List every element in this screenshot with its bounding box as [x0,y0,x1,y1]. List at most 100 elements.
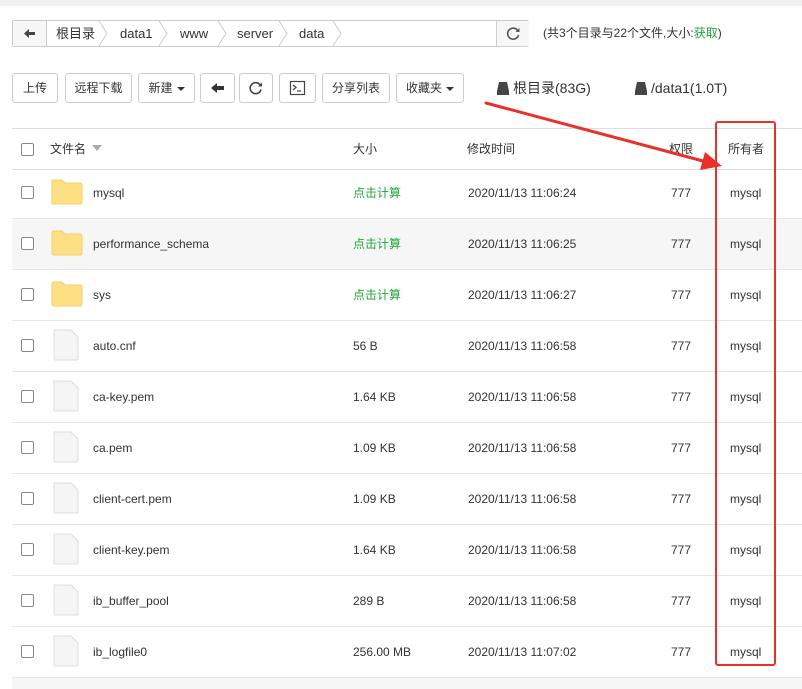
file-icon [53,533,79,565]
file-owner[interactable]: mysql [730,372,761,422]
new-dropdown-button[interactable]: 新建 [138,73,195,103]
file-owner[interactable]: mysql [730,219,761,269]
row-checkbox[interactable] [21,543,34,556]
file-permission[interactable]: 777 [671,576,691,626]
file-owner[interactable]: mysql [730,576,761,626]
file-permission[interactable]: 777 [671,525,691,575]
column-header-size[interactable]: 大小 [353,129,377,169]
file-size: 1.09 KB [353,492,396,506]
calculate-size-link[interactable]: 点击计算 [353,270,401,320]
address-refresh-button[interactable] [496,21,529,46]
file-modified: 2020/11/13 11:06:24 [468,186,577,200]
file-name[interactable]: sys [93,270,111,320]
select-all-checkbox[interactable] [21,143,34,156]
file-permission[interactable]: 777 [671,321,691,371]
table-row[interactable]: ib_buffer_pool 289 B 2020/11/13 11:06:58… [12,576,802,627]
row-checkbox[interactable] [21,390,34,403]
file-owner[interactable]: mysql [730,474,761,524]
file-size: 256.00 MB [353,645,412,659]
file-permission[interactable]: 777 [671,474,691,524]
file-owner[interactable]: mysql [730,525,761,575]
breadcrumb-separator [332,21,342,46]
row-checkbox[interactable] [21,288,34,301]
breadcrumb-item[interactable]: data1 [120,21,153,46]
file-modified: 2020/11/13 11:06:25 [468,237,577,251]
file-name[interactable]: ca.pem [93,423,132,473]
column-header-name[interactable]: 文件名 [50,129,104,169]
calculate-size-link[interactable]: 点击计算 [353,219,401,269]
file-name[interactable]: ib_buffer_pool [93,576,169,626]
folder-icon [51,230,83,256]
file-modified: 2020/11/13 11:06:58 [468,594,577,608]
column-header-owner[interactable]: 所有者 [728,129,764,169]
breadcrumb-item[interactable]: www [180,21,208,46]
caret-down-icon [176,86,185,91]
row-checkbox[interactable] [21,645,34,658]
disk-root-label: 根目录(83G) [513,80,591,96]
top-strip [0,0,802,6]
file-size: 1.64 KB [353,543,396,557]
file-owner[interactable]: mysql [730,423,761,473]
row-checkbox[interactable] [21,594,34,607]
file-modified: 2020/11/13 11:06:58 [468,492,577,506]
file-permission[interactable]: 777 [671,627,691,677]
file-name[interactable]: mysql [93,168,124,218]
folder-icon [51,281,83,307]
disk-data1-label: /data1(1.0T) [651,80,728,96]
table-row[interactable]: client-cert.pem 1.09 KB 2020/11/13 11:06… [12,474,802,525]
file-name[interactable]: ib_logfile0 [93,627,147,677]
disk-data1[interactable]: /data1(1.0T) [634,73,727,103]
remote-download-button[interactable]: 远程下载 [65,73,132,103]
file-owner[interactable]: mysql [730,321,761,371]
refresh-button[interactable] [239,73,273,103]
file-owner[interactable]: mysql [730,270,761,320]
table-row[interactable]: performance_schema 点击计算 2020/11/13 11:06… [12,219,802,270]
address-bar[interactable]: 根目录 data1 www server data [12,20,529,47]
calculate-size-link[interactable]: 点击计算 [353,168,401,218]
file-name[interactable]: performance_schema [93,219,209,269]
file-permission[interactable]: 777 [671,423,691,473]
table-row[interactable]: auto.cnf 56 B 2020/11/13 11:06:58 777 my… [12,321,802,372]
table-row[interactable]: ca-key.pem 1.64 KB 2020/11/13 11:06:58 7… [12,372,802,423]
file-owner[interactable]: mysql [730,627,761,677]
address-back-button[interactable] [13,21,47,46]
row-checkbox[interactable] [21,492,34,505]
table-row[interactable]: mysql 点击计算 2020/11/13 11:06:24 777 mysql [12,168,802,219]
file-owner[interactable]: mysql [730,168,761,218]
summary-suffix: ) [717,26,722,40]
table-row[interactable]: ca.pem 1.09 KB 2020/11/13 11:06:58 777 m… [12,423,802,474]
row-checkbox[interactable] [21,237,34,250]
caret-down-icon [446,86,454,91]
file-permission[interactable]: 777 [671,372,691,422]
file-name[interactable]: client-key.pem [93,525,169,575]
column-header-permission[interactable]: 权限 [669,129,693,169]
table-row[interactable]: ib_logfile0 256.00 MB 2020/11/13 11:07:0… [12,627,802,678]
favorites-dropdown-button[interactable]: 收藏夹 [396,73,464,103]
file-permission[interactable]: 777 [671,168,691,218]
row-checkbox[interactable] [21,186,34,199]
file-permission[interactable]: 777 [671,219,691,269]
file-modified: 2020/11/13 11:06:27 [468,288,577,302]
terminal-button[interactable] [279,73,316,103]
file-permission[interactable]: 777 [671,270,691,320]
table-row[interactable]: client-key.pem 1.64 KB 2020/11/13 11:06:… [12,525,802,576]
breadcrumb-item[interactable]: data [299,21,324,46]
upload-button[interactable]: 上传 [12,73,58,103]
file-name[interactable]: client-cert.pem [93,474,172,524]
breadcrumb-separator [158,21,168,46]
breadcrumb-item[interactable]: 根目录 [56,21,95,46]
breadcrumb-separator [217,21,227,46]
back-button[interactable] [200,73,235,103]
row-checkbox[interactable] [21,441,34,454]
breadcrumb-item[interactable]: server [237,21,273,46]
sort-down-icon [92,145,103,151]
row-checkbox[interactable] [21,339,34,352]
file-name[interactable]: auto.cnf [93,321,136,371]
column-header-name-label: 文件名 [50,142,87,156]
column-header-modified[interactable]: 修改时间 [467,129,515,169]
file-name[interactable]: ca-key.pem [93,372,154,422]
table-row[interactable]: sys 点击计算 2020/11/13 11:06:27 777 mysql [12,270,802,321]
get-size-link[interactable]: 获取 [694,26,718,40]
disk-root[interactable]: 根目录(83G) [496,73,591,103]
share-list-button[interactable]: 分享列表 [322,73,390,103]
